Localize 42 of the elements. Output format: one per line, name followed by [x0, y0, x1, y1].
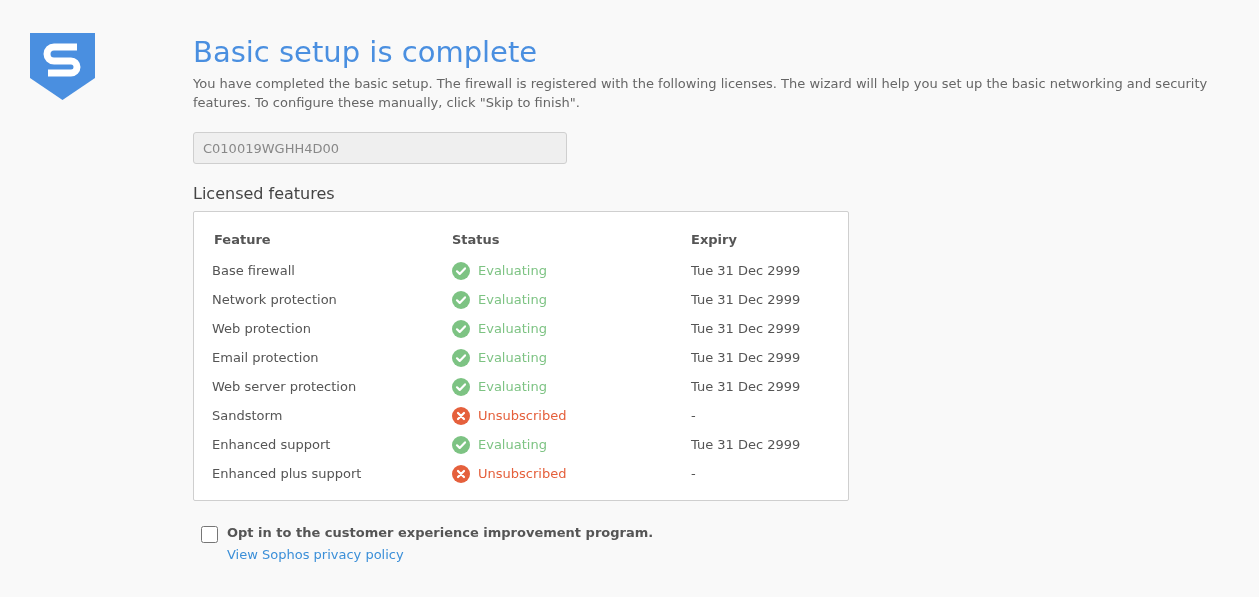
- table-cell-text: Network protection: [212, 290, 338, 309]
- table-cell-text: Tue 31 Dec 2999: [691, 319, 801, 338]
- table-cell-text: Tue 31 Dec 2999: [691, 348, 801, 367]
- check-icon: [452, 435, 470, 454]
- check-icon: [452, 261, 470, 280]
- table-cell-text: Sandstorm: [212, 406, 284, 425]
- status-text: Evaluating: [478, 290, 547, 309]
- table-cell-text: Web server protection: [212, 377, 358, 396]
- column-header: Feature: [213, 231, 272, 249]
- privacy-policy-link[interactable]: View Sophos privacy policy: [227, 544, 654, 564]
- column-header: Status: [452, 231, 501, 249]
- table-cell-text: -: [691, 464, 696, 483]
- status-text: Evaluating: [478, 319, 547, 338]
- status-text: Evaluating: [478, 348, 547, 367]
- table-cell-text: Base firewall: [212, 261, 296, 280]
- shield-logo: [30, 33, 95, 100]
- opt-in-label: Opt in to the customer experience improvement program.: [227, 524, 654, 542]
- section-heading: Licensed features: [193, 183, 336, 205]
- check-icon: [452, 319, 470, 338]
- table-cell-text: Tue 31 Dec 2999: [691, 435, 801, 454]
- check-icon: [452, 348, 470, 367]
- table-cell-text: Email protection: [212, 348, 320, 367]
- cross-icon: [452, 406, 470, 425]
- check-icon: [452, 290, 470, 309]
- table-cell-text: Tue 31 Dec 2999: [691, 377, 801, 396]
- table-cell-text: Web protection: [212, 319, 312, 338]
- opt-in-checkbox[interactable]: [201, 526, 218, 543]
- table-cell-text: -: [691, 406, 696, 425]
- check-icon: [452, 377, 470, 396]
- status-text: Unsubscribed: [478, 406, 567, 425]
- table-cell-text: Tue 31 Dec 2999: [691, 290, 801, 309]
- status-text: Evaluating: [478, 261, 547, 280]
- page-title: Basic setup is complete: [193, 34, 539, 70]
- table-cell-text: Enhanced support: [212, 435, 332, 454]
- status-text: Unsubscribed: [478, 464, 567, 483]
- status-text: Evaluating: [478, 435, 547, 454]
- cross-icon: [452, 464, 470, 483]
- status-text: Evaluating: [478, 377, 547, 396]
- intro-paragraph: You have completed the basic setup. The firewall is registered with the following licenses. The wizard will help you set up the basic networking and security features. To configure these manually, click "Skip to finish".: [193, 75, 1209, 112]
- table-cell-text: Tue 31 Dec 2999: [691, 261, 801, 280]
- table-cell-text: Enhanced plus support: [212, 464, 363, 483]
- column-header: Expiry: [691, 231, 737, 249]
